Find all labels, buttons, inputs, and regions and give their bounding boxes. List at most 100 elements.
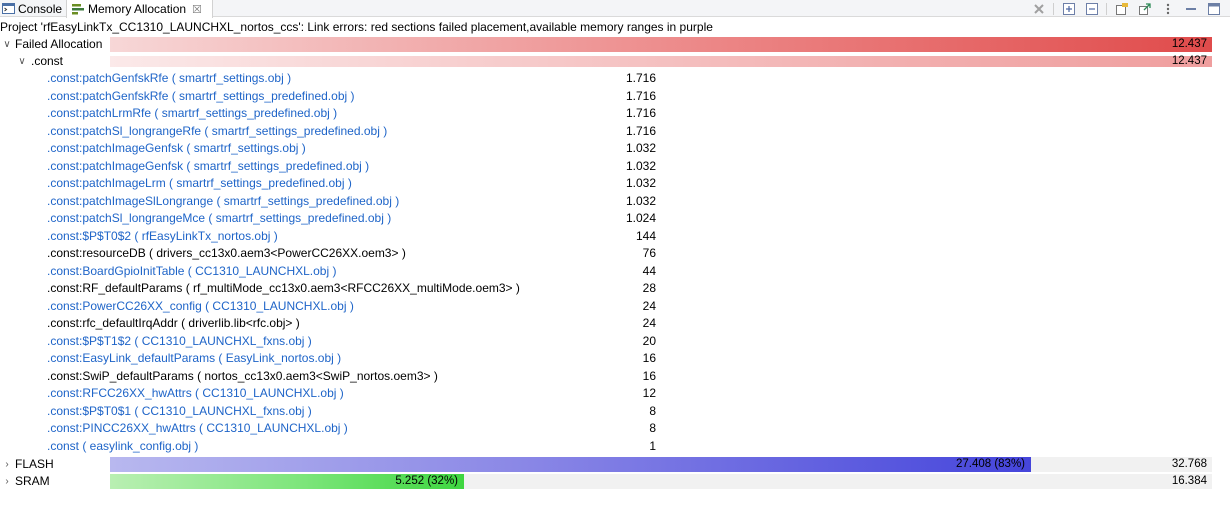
section-name[interactable]: .const:$P$T0$1 ( CC1310_LAUNCHXL_fxns.ob…	[47, 403, 312, 420]
tree-row-flash[interactable]: › FLASH 27.408 (83%) 32.768	[0, 456, 1230, 473]
section-name[interactable]: .const:patchLrmRfe ( smartrf_settings_pr…	[47, 105, 337, 122]
expand-all-icon[interactable]	[1061, 2, 1077, 16]
section-size: 24	[642, 316, 656, 330]
section-row[interactable]: .const:RFCC26XX_hwAttrs ( CC1310_LAUNCHX…	[0, 385, 1230, 402]
section-size: 12	[642, 386, 656, 400]
section-name: .const:rfc_defaultIrqAddr ( driverlib.li…	[47, 316, 300, 330]
minimize-icon[interactable]	[1183, 2, 1199, 16]
section-row[interactable]: .const:PowerCC26XX_config ( CC1310_LAUNC…	[0, 298, 1230, 315]
failed-allocation-label: Failed Allocation	[15, 37, 103, 51]
section-row[interactable]: .const:$P$T1$2 ( CC1310_LAUNCHXL_fxns.ob…	[0, 333, 1230, 350]
section-name[interactable]: .const:patchSl_longrangeRfe ( smartrf_se…	[47, 123, 387, 140]
section-size: 1.032	[625, 141, 656, 155]
section-size: 1	[649, 439, 656, 453]
chevron-down-icon[interactable]: ∨	[2, 36, 12, 53]
section-row[interactable]: .const:patchGenfskRfe ( smartrf_settings…	[0, 88, 1230, 105]
sram-used-label: 5.252 (32%)	[395, 475, 458, 487]
flash-label: FLASH	[15, 457, 54, 471]
view-toolbar	[1024, 0, 1222, 17]
section-size: 1.032	[625, 176, 656, 190]
section-size: 1.024	[625, 211, 656, 225]
section-size: 44	[642, 264, 656, 278]
failed-allocation-total: 12.437	[1171, 38, 1207, 50]
section-name: .const:resourceDB ( drivers_cc13x0.aem3<…	[47, 246, 406, 260]
toolbar-separator	[1106, 2, 1107, 15]
section-size: 8	[649, 404, 656, 418]
view-menu-icon[interactable]	[1160, 2, 1176, 16]
section-row[interactable]: .const:EasyLink_defaultParams ( EasyLink…	[0, 350, 1230, 367]
section-row[interactable]: .const:BoardGpioInitTable ( CC1310_LAUNC…	[0, 263, 1230, 280]
section-name[interactable]: .const:RFCC26XX_hwAttrs ( CC1310_LAUNCHX…	[47, 385, 344, 402]
remove-icon[interactable]	[1031, 2, 1047, 16]
section-row[interactable]: .const:RF_defaultParams ( rf_multiMode_c…	[0, 280, 1230, 297]
section-row[interactable]: .const:patchImageLrm ( smartrf_settings_…	[0, 175, 1230, 192]
tab-console-label: Console	[18, 1, 63, 16]
const-group-bar	[110, 56, 1212, 67]
section-row[interactable]: .const:patchImageGenfsk ( smartrf_settin…	[0, 140, 1230, 157]
flash-used-label: 27.408 (83%)	[955, 458, 1025, 470]
flash-total: 32.768	[1171, 458, 1207, 470]
tab-memory-allocation-label: Memory Allocation	[88, 2, 187, 16]
section-row[interactable]: .const:PINCC26XX_hwAttrs ( CC1310_LAUNCH…	[0, 420, 1230, 437]
collapse-all-icon[interactable]	[1084, 2, 1100, 16]
section-row[interactable]: .const:patchSl_longrangeMce ( smartrf_se…	[0, 210, 1230, 227]
section-name[interactable]: .const:PowerCC26XX_config ( CC1310_LAUNC…	[47, 298, 354, 315]
tab-console[interactable]: Console	[0, 0, 62, 17]
section-size: 28	[642, 281, 656, 295]
section-name[interactable]: .const:patchImageGenfsk ( smartrf_settin…	[47, 158, 369, 175]
failed-allocation-bar-fill	[110, 37, 1212, 52]
section-row[interactable]: .const:$P$T0$1 ( CC1310_LAUNCHXL_fxns.ob…	[0, 403, 1230, 420]
section-name[interactable]: .const:$P$T0$2 ( rfEasyLinkTx_nortos.obj…	[47, 228, 278, 245]
section-row[interactable]: .const:patchImageSlLongrange ( smartrf_s…	[0, 193, 1230, 210]
section-name[interactable]: .const:$P$T1$2 ( CC1310_LAUNCHXL_fxns.ob…	[47, 333, 312, 350]
section-size: 24	[642, 299, 656, 313]
section-name[interactable]: .const ( easylink_config.obj )	[47, 438, 198, 455]
section-row[interactable]: .const:patchSl_longrangeRfe ( smartrf_se…	[0, 123, 1230, 140]
memory-allocation-icon	[71, 3, 85, 15]
chevron-right-icon[interactable]: ›	[2, 473, 12, 490]
close-tab-icon[interactable]: ☒	[192, 3, 202, 16]
maximize-icon[interactable]	[1206, 2, 1222, 16]
section-size: 1.716	[625, 106, 656, 120]
toolbar-separator	[1053, 2, 1054, 15]
flash-bar: 27.408 (83%)	[110, 457, 1212, 472]
export-icon[interactable]	[1137, 2, 1153, 16]
section-name[interactable]: .const:patchGenfskRfe ( smartrf_settings…	[47, 70, 291, 87]
section-name: .const:SwiP_defaultParams ( nortos_cc13x…	[47, 369, 438, 383]
sram-total: 16.384	[1171, 475, 1207, 487]
section-name[interactable]: .const:patchGenfskRfe ( smartrf_settings…	[47, 88, 354, 105]
section-name[interactable]: .const:BoardGpioInitTable ( CC1310_LAUNC…	[47, 263, 336, 280]
section-name[interactable]: .const:patchImageGenfsk ( smartrf_settin…	[47, 140, 306, 157]
console-icon	[2, 3, 15, 15]
section-size: 20	[642, 334, 656, 348]
section-row[interactable]: .const:patchLrmRfe ( smartrf_settings_pr…	[0, 105, 1230, 122]
section-size: 1.716	[625, 124, 656, 138]
tab-memory-allocation[interactable]: Memory Allocation ☒	[66, 0, 213, 18]
const-group-total: 12.437	[1171, 55, 1207, 67]
tree-row-sram[interactable]: › SRAM 5.252 (32%) 16.384	[0, 473, 1230, 490]
section-name[interactable]: .const:patchSl_longrangeMce ( smartrf_se…	[47, 210, 391, 227]
section-name: .const:RF_defaultParams ( rf_multiMode_c…	[47, 281, 520, 295]
const-group-bar-fill	[110, 56, 1212, 67]
const-group-label: .const	[31, 54, 64, 68]
section-name[interactable]: .const:patchImageSlLongrange ( smartrf_s…	[47, 193, 399, 210]
section-row[interactable]: .const:rfc_defaultIrqAddr ( driverlib.li…	[0, 315, 1230, 332]
section-row[interactable]: .const:patchImageGenfsk ( smartrf_settin…	[0, 158, 1230, 175]
tree-row-const-group[interactable]: ∨ .const 12.437	[0, 53, 1230, 70]
new-window-icon[interactable]	[1114, 2, 1130, 16]
view-tab-bar: Console Memory Allocation ☒	[0, 0, 1230, 18]
section-name[interactable]: .const:patchImageLrm ( smartrf_settings_…	[47, 175, 352, 192]
section-size: 76	[642, 246, 656, 260]
tree-row-failed-allocation[interactable]: ∨ Failed Allocation 12.437	[0, 36, 1230, 53]
chevron-right-icon[interactable]: ›	[2, 456, 12, 473]
section-name[interactable]: .const:PINCC26XX_hwAttrs ( CC1310_LAUNCH…	[47, 420, 348, 437]
section-size: 144	[635, 229, 656, 243]
section-size: 1.716	[625, 89, 656, 103]
section-row[interactable]: .const:resourceDB ( drivers_cc13x0.aem3<…	[0, 245, 1230, 262]
section-row[interactable]: .const:patchGenfskRfe ( smartrf_settings…	[0, 70, 1230, 87]
section-name[interactable]: .const:EasyLink_defaultParams ( EasyLink…	[47, 350, 341, 367]
chevron-down-icon[interactable]: ∨	[17, 53, 27, 70]
section-row[interactable]: .const:$P$T0$2 ( rfEasyLinkTx_nortos.obj…	[0, 228, 1230, 245]
section-row[interactable]: .const ( easylink_config.obj ) 1	[0, 438, 1230, 455]
section-row[interactable]: .const:SwiP_defaultParams ( nortos_cc13x…	[0, 368, 1230, 385]
